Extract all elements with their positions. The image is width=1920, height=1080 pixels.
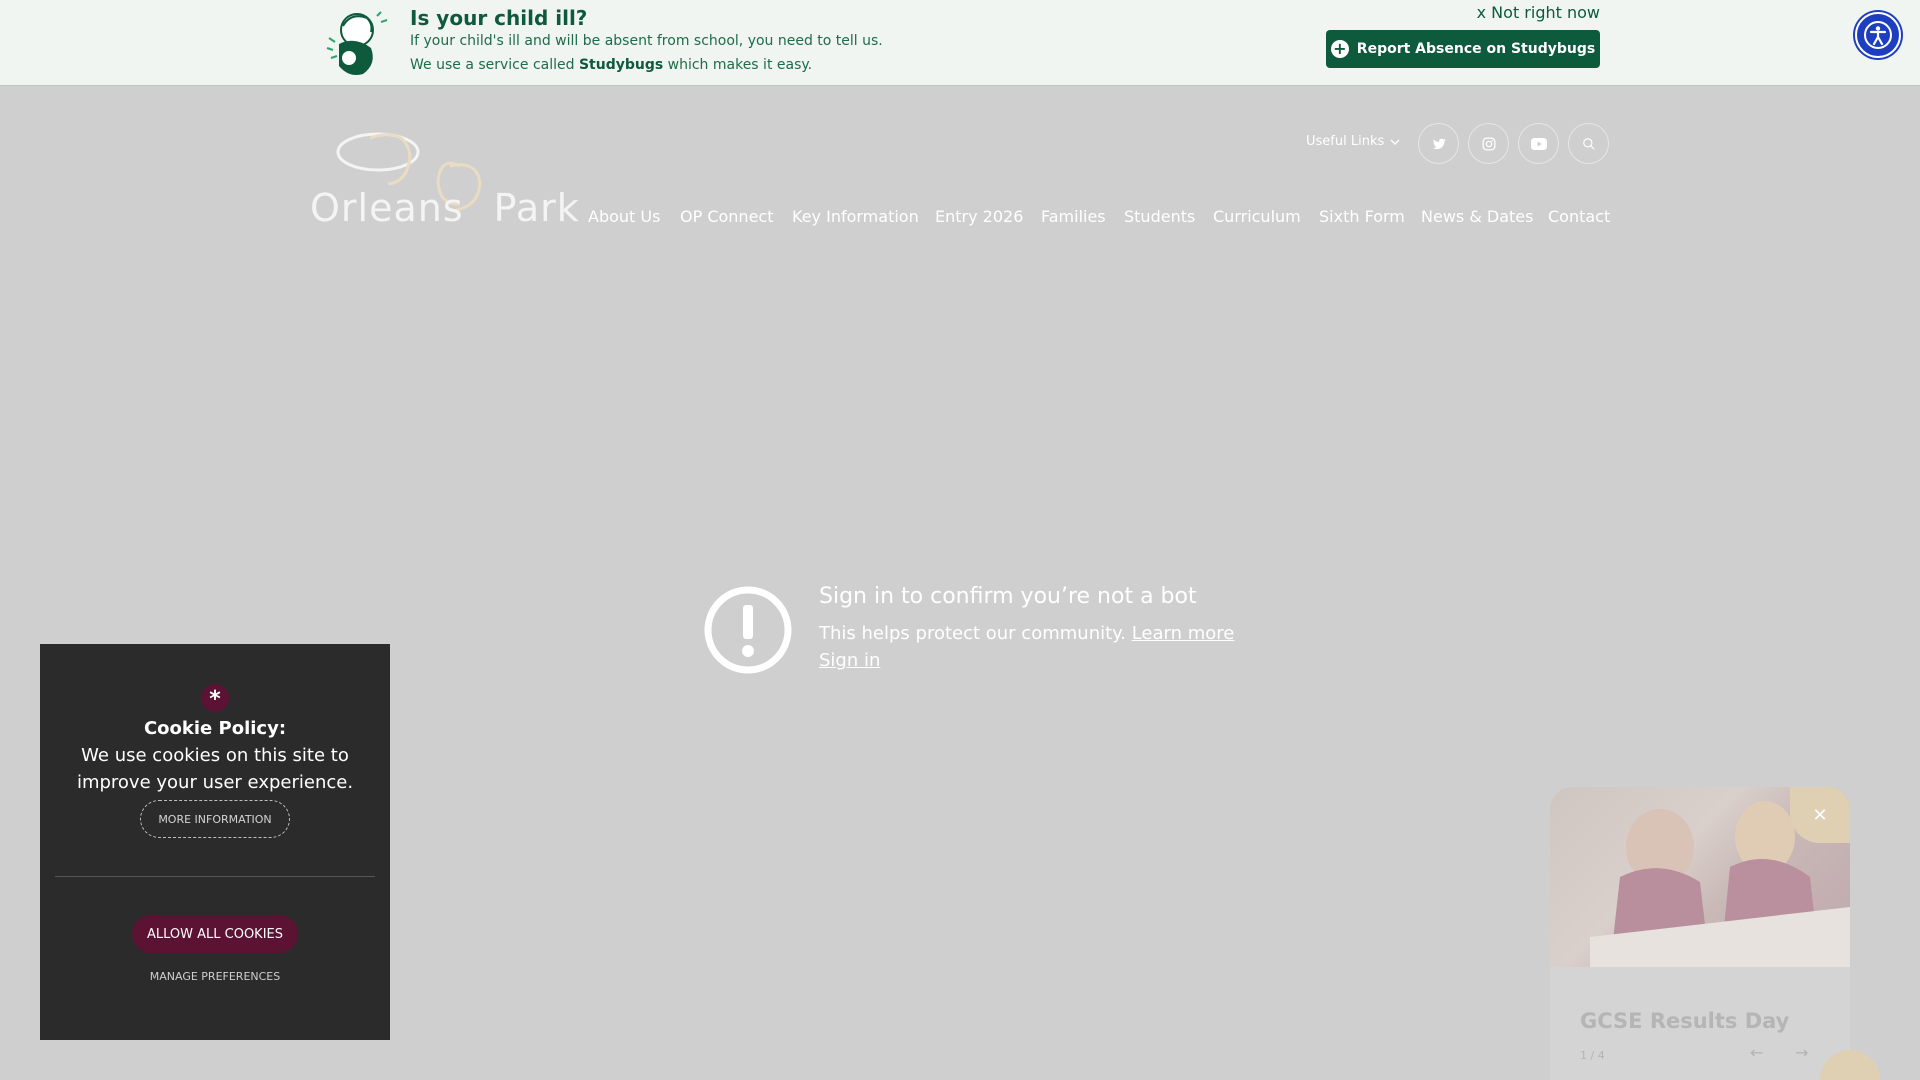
instagram-button[interactable] (1468, 123, 1509, 164)
nav-families[interactable]: Families (1041, 207, 1106, 231)
cookie-divider (55, 876, 375, 877)
sign-in-link[interactable]: Sign in (819, 650, 880, 671)
logo-wordmark: Orleans Park (310, 186, 580, 230)
report-absence-button[interactable]: + Report Absence on Studybugs (1326, 30, 1600, 68)
news-title: GCSE Results Day (1580, 1009, 1790, 1033)
useful-links-label: Useful Links (1306, 134, 1385, 149)
accessibility-button[interactable] (1855, 12, 1901, 58)
search-button[interactable] (1568, 123, 1609, 164)
nav-about-us[interactable]: About Us (588, 207, 660, 231)
plus-icon: + (1330, 40, 1349, 58)
arrow-left-icon[interactable]: ← (1750, 1043, 1763, 1062)
learn-more-link[interactable]: Learn more (1132, 623, 1235, 644)
nav-contact[interactable]: Contact (1548, 207, 1610, 231)
nav-students[interactable]: Students (1124, 207, 1195, 231)
banner-text-prefix: We use a service called (410, 57, 579, 73)
nav-news-dates[interactable]: News & Dates (1421, 207, 1533, 231)
report-absence-label: Report Absence on Studybugs (1356, 41, 1596, 57)
banner-text-line2: We use a service called Studybugs which … (410, 57, 812, 73)
manage-preferences-link[interactable]: MANAGE PREFERENCES (40, 970, 390, 983)
bot-check-description: This helps protect our community. (819, 623, 1132, 644)
logo-word-orleans: Orleans (310, 186, 464, 230)
close-icon: ✕ (1812, 804, 1828, 826)
nav-op-connect[interactable]: OP Connect (680, 207, 773, 231)
accessibility-icon (1864, 21, 1892, 49)
cookie-panel: * Cookie Policy: We use cookies on this … (40, 644, 390, 1040)
studybugs-name: Studybugs (578, 57, 664, 73)
close-news-button[interactable]: ✕ (1790, 787, 1850, 843)
bot-check-text: This helps protect our community. Learn … (819, 623, 1234, 644)
search-icon (1582, 137, 1595, 150)
instagram-icon (1482, 137, 1495, 150)
banner-title: Is your child ill? (410, 6, 588, 30)
youtube-button[interactable] (1518, 123, 1559, 164)
youtube-icon (1530, 137, 1547, 150)
bot-check-title: Sign in to confirm you’re not a bot (819, 584, 1197, 609)
dismiss-banner-link[interactable]: x Not right now (1477, 3, 1600, 22)
banner-text-suffix: which makes it easy. (663, 57, 813, 73)
allow-all-cookies-button[interactable]: ALLOW ALL COOKIES (132, 915, 298, 953)
twitter-button[interactable] (1418, 123, 1459, 164)
cookie-title: Cookie Policy: (143, 718, 287, 739)
useful-links-dropdown[interactable]: Useful Links (1306, 134, 1400, 149)
twitter-icon (1432, 138, 1446, 149)
warning-icon (704, 586, 792, 674)
arrow-right-icon[interactable]: → (1795, 1043, 1808, 1062)
nav-entry-2026[interactable]: Entry 2026 (935, 207, 1023, 231)
cookie-icon: * (201, 684, 229, 712)
nav-sixth-form[interactable]: Sixth Form (1319, 207, 1405, 231)
news-card[interactable]: ✕ GCSE Results Day 1 / 4 ← → (1550, 787, 1850, 1080)
cookie-text: We use cookies on this site to improve y… (76, 745, 354, 793)
sick-child-illustration (326, 11, 388, 75)
nav-key-information[interactable]: Key Information (792, 207, 919, 231)
absence-banner: Is your child ill? If your child's ill a… (0, 0, 1920, 86)
logo-word-park: Park (493, 186, 580, 230)
nav-curriculum[interactable]: Curriculum (1213, 207, 1301, 231)
banner-text-line1: If your child's ill and will be absent f… (410, 33, 883, 49)
chevron-down-icon (1390, 139, 1400, 145)
more-information-button[interactable]: MORE INFORMATION (140, 800, 290, 838)
news-counter: 1 / 4 (1580, 1049, 1605, 1062)
school-logo[interactable]: Orleans Park (310, 126, 579, 234)
